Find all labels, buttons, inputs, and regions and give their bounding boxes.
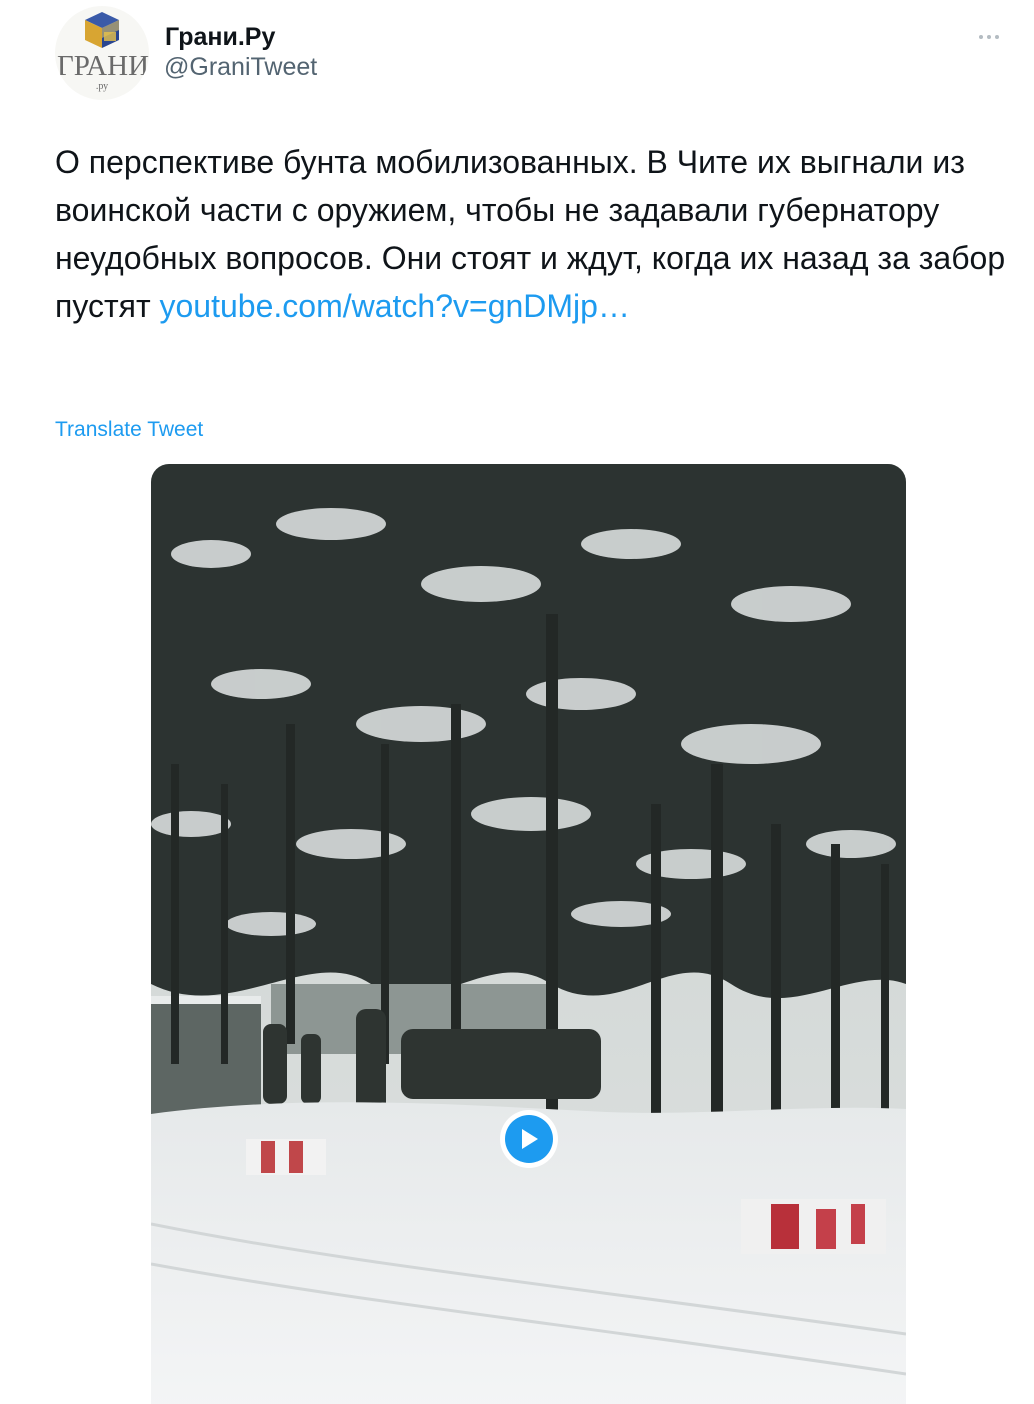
more-dot-icon xyxy=(987,35,991,39)
avatar-logo-text: ГРАНИ xyxy=(57,50,149,82)
more-dot-icon xyxy=(979,35,983,39)
more-options-button[interactable] xyxy=(972,22,1006,52)
translate-tweet-link[interactable]: Translate Tweet xyxy=(55,416,203,444)
play-button-circle xyxy=(505,1115,553,1163)
play-icon xyxy=(522,1129,538,1149)
video-frame xyxy=(151,464,906,1404)
play-button[interactable] xyxy=(500,1110,558,1168)
tweet-text: О перспективе бунта мобилизованных. В Чи… xyxy=(55,138,1015,330)
tweet-link[interactable]: youtube.com/​watch?v=gnDMjp… xyxy=(160,288,630,324)
avatar-logo-subtext: .ру xyxy=(95,81,109,92)
author-display-name[interactable]: Грани.Ру xyxy=(165,22,275,52)
video-thumbnail[interactable] xyxy=(151,464,906,1404)
avatar[interactable]: ГРАНИ .ру xyxy=(55,6,149,100)
author-handle[interactable]: @GraniTweet xyxy=(164,52,317,82)
tweet: ГРАНИ .ру Грани.Ру @GraniTweet О перспек… xyxy=(0,0,1034,1404)
grani-cube-logo-icon xyxy=(85,12,119,48)
more-dot-icon xyxy=(995,35,999,39)
